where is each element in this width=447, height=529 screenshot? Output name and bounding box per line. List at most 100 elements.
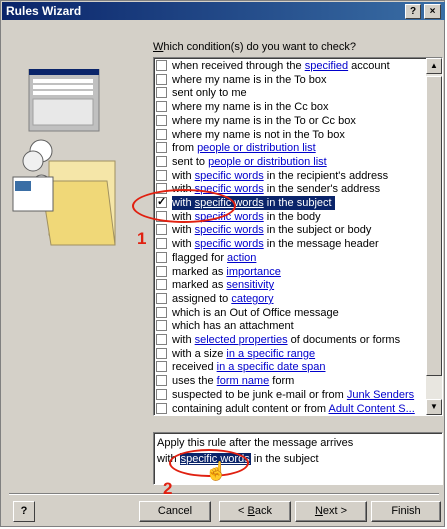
- condition-row[interactable]: from people or distribution list: [154, 141, 424, 155]
- condition-row[interactable]: sent only to me: [154, 86, 424, 100]
- help-button[interactable]: ?: [13, 501, 35, 522]
- condition-row[interactable]: where my name is in the Cc box: [154, 100, 424, 114]
- condition-link[interactable]: selected properties: [195, 334, 288, 346]
- condition-checkbox[interactable]: [156, 388, 167, 400]
- condition-text-pre: uses the: [172, 375, 217, 388]
- condition-link[interactable]: category: [231, 293, 273, 305]
- condition-checkbox[interactable]: [156, 279, 167, 291]
- condition-row[interactable]: where my name is in the To or Cc box: [154, 114, 424, 128]
- condition-label: when received through the specified acco…: [172, 59, 390, 73]
- condition-link[interactable]: specific words: [195, 238, 264, 250]
- condition-checkbox[interactable]: [156, 128, 167, 140]
- condition-checkbox[interactable]: [156, 320, 167, 332]
- condition-row[interactable]: suspected to be junk e-mail or from Junk…: [154, 388, 424, 402]
- next-accel: N: [314, 505, 323, 517]
- condition-link[interactable]: sensitivity: [226, 279, 274, 291]
- condition-checkbox[interactable]: [156, 334, 167, 345]
- condition-text-post: form: [269, 375, 295, 388]
- condition-link[interactable]: action: [227, 252, 256, 264]
- condition-checkbox[interactable]: [156, 73, 167, 85]
- condition-text-post: in the subject or body: [263, 224, 372, 237]
- condition-text-pre: suspected to be junk e-mail or from: [172, 388, 347, 401]
- condition-link[interactable]: specific words: [195, 224, 264, 236]
- condition-checkbox[interactable]: [156, 402, 167, 414]
- scroll-down-icon[interactable]: ▼: [426, 399, 442, 415]
- condition-link[interactable]: in a specific date span: [217, 361, 326, 373]
- title-bar[interactable]: Rules Wizard ? ×: [2, 2, 445, 20]
- condition-row[interactable]: marked as importance: [154, 265, 424, 279]
- condition-link[interactable]: specific words: [195, 170, 264, 182]
- condition-row[interactable]: with specific words in the message heade…: [154, 237, 424, 251]
- conditions-list[interactable]: containing adult content or from Adult C…: [153, 57, 443, 416]
- conditions-scrollbar[interactable]: ▲ ▼: [426, 58, 442, 415]
- condition-checkbox[interactable]: [156, 169, 167, 181]
- condition-link[interactable]: people or distribution list: [197, 142, 316, 154]
- condition-link[interactable]: form name: [217, 375, 270, 387]
- condition-row[interactable]: which is an Out of Office message: [154, 306, 424, 320]
- condition-checkbox[interactable]: [156, 265, 167, 277]
- condition-checkbox[interactable]: [156, 292, 167, 304]
- condition-checkbox[interactable]: [156, 114, 167, 126]
- condition-link[interactable]: people or distribution list: [208, 156, 327, 168]
- scroll-up-icon[interactable]: ▲: [426, 58, 442, 74]
- condition-row[interactable]: which has an attachment: [154, 319, 424, 333]
- finish-button[interactable]: Finish: [371, 501, 441, 522]
- condition-row[interactable]: marked as sensitivity: [154, 278, 424, 292]
- condition-checkbox[interactable]: [156, 306, 167, 318]
- condition-link[interactable]: in a specific range: [226, 348, 315, 360]
- condition-row[interactable]: flagged for action: [154, 251, 424, 265]
- condition-checkbox[interactable]: [156, 87, 167, 99]
- condition-label: containing adult content or from Adult C…: [172, 402, 415, 416]
- condition-checkbox[interactable]: [156, 60, 167, 71]
- condition-checkbox[interactable]: [156, 101, 167, 113]
- condition-link[interactable]: specified: [305, 60, 348, 72]
- condition-label: marked as sensitivity: [172, 278, 274, 292]
- condition-checkbox[interactable]: [156, 142, 167, 154]
- condition-link[interactable]: Junk Senders: [347, 389, 414, 401]
- condition-label: where my name is in the Cc box: [172, 100, 329, 114]
- condition-text-pre: marked as: [172, 279, 227, 292]
- condition-row[interactable]: assigned to category: [154, 292, 424, 306]
- condition-row[interactable]: received in a specific date span: [154, 360, 424, 374]
- condition-row[interactable]: uses the form name form: [154, 374, 424, 388]
- condition-link[interactable]: Adult Content S...: [329, 403, 415, 415]
- back-button[interactable]: < Back: [219, 501, 291, 522]
- condition-text-pre: which has an attachment: [172, 320, 294, 333]
- title-help-button[interactable]: ?: [405, 4, 421, 19]
- condition-row[interactable]: with specific words in the subject or bo…: [154, 223, 424, 237]
- condition-row[interactable]: where my name is not in the To box: [154, 128, 424, 142]
- condition-row[interactable]: with specific words in the recipient's a…: [154, 169, 424, 183]
- next-button[interactable]: Next >: [295, 501, 367, 522]
- scroll-thumb[interactable]: [426, 76, 442, 376]
- condition-checkbox[interactable]: [156, 251, 167, 263]
- next-rest: ext >: [322, 505, 348, 517]
- condition-row[interactable]: sent to people or distribution list: [154, 155, 424, 169]
- cancel-button[interactable]: Cancel: [139, 501, 211, 522]
- condition-text-pre: where my name is not in the To box: [172, 128, 345, 141]
- back-rest: ack: [254, 505, 272, 517]
- condition-row[interactable]: containing adult content or from Adult C…: [154, 402, 424, 416]
- condition-text-pre: with a size: [172, 347, 227, 360]
- condition-row[interactable]: where my name is in the To box: [154, 73, 424, 87]
- condition-label: which is an Out of Office message: [172, 306, 339, 320]
- condition-row[interactable]: with selected properties of documents or…: [154, 333, 424, 347]
- condition-text-pre: with: [172, 169, 195, 182]
- condition-link[interactable]: importance: [226, 266, 280, 278]
- condition-checkbox[interactable]: [156, 347, 167, 359]
- annotation-circle-1: [132, 189, 236, 223]
- condition-row[interactable]: when received through the specified acco…: [154, 59, 424, 73]
- description-post: in the subject: [250, 453, 319, 465]
- conditions-prompt: Which condition(s) do you want to check?: [153, 41, 356, 53]
- condition-checkbox[interactable]: [156, 361, 167, 373]
- condition-checkbox[interactable]: [156, 155, 167, 167]
- condition-label: with a size in a specific range: [172, 347, 315, 361]
- condition-checkbox[interactable]: [156, 224, 167, 236]
- condition-checkbox[interactable]: [156, 238, 167, 250]
- window-title: Rules Wizard: [6, 4, 82, 18]
- condition-row[interactable]: with a size in a specific range: [154, 347, 424, 361]
- condition-checkbox[interactable]: [156, 375, 167, 387]
- condition-label: sent only to me: [172, 86, 247, 100]
- condition-label: with specific words in the message heade…: [172, 237, 379, 251]
- close-button[interactable]: ×: [424, 4, 441, 19]
- button-separator: [9, 493, 439, 495]
